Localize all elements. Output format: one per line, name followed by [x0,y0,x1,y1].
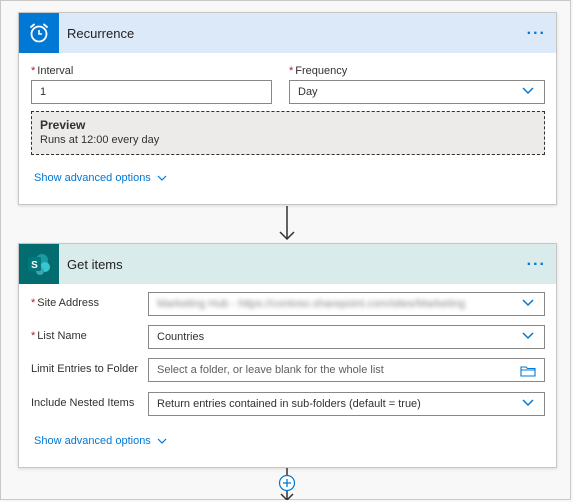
list-name-label: * List Name [31,330,87,342]
limit-folder-label-text: Limit Entries to Folder [31,363,138,375]
interval-value: 1 [40,86,47,98]
interval-label-text: Interval [37,65,74,77]
limit-folder-label: Limit Entries to Folder [31,363,138,375]
chevron-down-icon [522,332,534,340]
sharepoint-icon-letter: S [31,260,38,271]
required-marker: * [31,297,36,309]
chevron-down-icon [522,87,534,95]
show-advanced-options-link[interactable]: Show advanced options [34,172,167,184]
show-advanced-options-link[interactable]: Show advanced options [34,435,167,447]
preview-title: Preview [40,118,86,132]
limit-folder-input[interactable]: Select a folder, or leave blank for the … [148,358,545,382]
get-items-title: Get items [67,256,123,272]
interval-input[interactable]: 1 [31,80,272,104]
recurrence-more-button[interactable]: ... [527,22,546,38]
list-name-value: Countries [157,331,205,343]
required-marker: * [31,65,36,77]
frequency-dropdown[interactable]: Day [289,80,545,104]
get-items-card: S Get items ... * Site Address Marketing … [18,243,557,468]
nested-items-dropdown[interactable]: Return entries contained in sub-folders … [148,392,545,416]
down-arrow-icon [279,206,295,241]
folder-icon[interactable] [520,365,536,377]
chevron-down-icon [157,438,167,444]
preview-text: Runs at 12:00 every day [40,134,160,146]
list-name-dropdown[interactable]: Countries [148,325,545,349]
site-address-value: Marketing Hub - https://contoso.sharepoi… [157,298,466,310]
recurrence-icon-box [19,13,59,53]
limit-folder-placeholder: Select a folder, or leave blank for the … [157,364,384,376]
chevron-down-icon [522,299,534,307]
alarm-clock-icon [30,23,48,43]
chevron-down-icon [157,175,167,181]
recurrence-card: Recurrence ... * Interval 1 * Frequency Da… [18,12,557,205]
get-items-header[interactable]: S Get items ... [19,244,556,284]
preview-box: Preview Runs at 12:00 every day [31,111,545,155]
required-marker: * [31,330,36,342]
recurrence-header[interactable]: Recurrence ... [19,13,556,53]
site-address-label: * Site Address [31,297,99,309]
nested-items-label: Include Nested Items [31,397,134,409]
advanced-label: Show advanced options [34,435,151,447]
get-items-more-button[interactable]: ... [527,253,546,269]
site-address-label-text: Site Address [37,297,100,309]
nested-items-value: Return entries contained in sub-folders … [157,398,421,410]
frequency-label-text: Frequency [295,65,348,77]
add-step-connector[interactable] [276,468,298,500]
chevron-down-icon [522,399,534,407]
site-address-dropdown[interactable]: Marketing Hub - https://contoso.sharepoi… [148,292,545,316]
list-name-label-text: List Name [37,330,87,342]
interval-label: * Interval [31,65,73,77]
required-marker: * [289,65,294,77]
nested-items-label-text: Include Nested Items [31,397,135,409]
sharepoint-icon: S [28,254,50,275]
sharepoint-icon-box: S [19,244,59,284]
recurrence-title: Recurrence [67,25,135,41]
frequency-value: Day [298,86,318,98]
advanced-label: Show advanced options [34,172,151,184]
frequency-label: * Frequency [289,65,347,77]
